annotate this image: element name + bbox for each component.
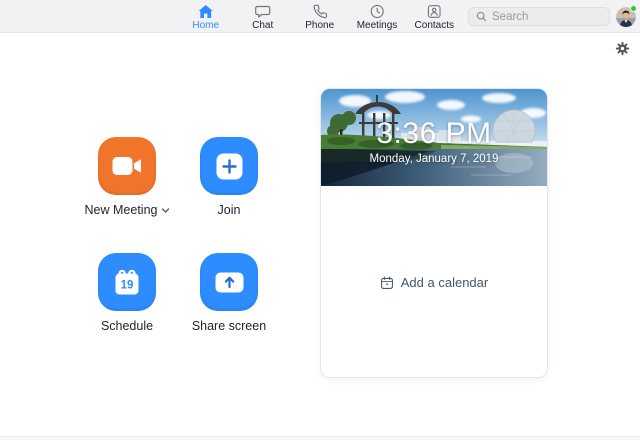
tab-contacts[interactable]: Contacts — [414, 2, 454, 31]
join-button[interactable]: Join — [200, 137, 258, 195]
top-toolbar: Home Chat Phone — [0, 0, 640, 33]
video-camera-icon — [112, 156, 142, 176]
tab-chat[interactable]: Chat — [243, 2, 283, 31]
tab-phone-label: Phone — [305, 21, 334, 31]
join-tile[interactable] — [200, 137, 258, 195]
add-calendar-label: Add a calendar — [401, 275, 488, 290]
current-time: 3:36 PM — [376, 118, 491, 150]
tab-phone[interactable]: Phone — [300, 2, 340, 31]
meetings-card-body: Add a calendar — [321, 186, 547, 379]
tab-chat-label: Chat — [252, 21, 273, 31]
current-date: Monday, January 7, 2019 — [370, 153, 499, 165]
join-label: Join — [218, 203, 241, 217]
new-meeting-tile[interactable] — [98, 137, 156, 195]
share-screen-tile[interactable] — [200, 253, 258, 311]
bottom-edge-strip — [0, 436, 640, 440]
calendar-icon: 19 — [113, 267, 141, 297]
search-field[interactable] — [468, 7, 610, 26]
schedule-label: Schedule — [101, 319, 153, 333]
main-navigation: Home Chat Phone — [186, 0, 455, 33]
calendar-outline-icon — [380, 276, 394, 290]
tab-meetings[interactable]: Meetings — [357, 2, 398, 31]
phone-icon — [312, 4, 327, 19]
contacts-icon — [427, 4, 442, 19]
search-icon — [476, 11, 487, 22]
share-screen-button[interactable]: Share screen — [200, 253, 258, 311]
time-overlay: 3:36 PM Monday, January 7, 2019 — [321, 89, 547, 186]
tab-home[interactable]: Home — [186, 2, 226, 31]
time-photo-banner: 3:36 PM Monday, January 7, 2019 — [321, 89, 547, 186]
online-status-dot — [630, 5, 637, 12]
meetings-card: 3:36 PM Monday, January 7, 2019 Add a ca… — [320, 88, 548, 378]
add-calendar-link[interactable]: Add a calendar — [380, 275, 488, 290]
schedule-button[interactable]: 19 Schedule — [98, 253, 156, 311]
new-meeting-button[interactable]: New Meeting — [98, 137, 156, 195]
search-input[interactable] — [492, 11, 602, 23]
tab-contacts-label: Contacts — [415, 21, 454, 31]
chevron-down-icon[interactable] — [161, 208, 169, 213]
new-meeting-label: New Meeting — [85, 203, 170, 217]
settings-gear-icon[interactable] — [615, 41, 630, 56]
user-avatar[interactable] — [616, 7, 636, 27]
plus-icon — [216, 153, 243, 180]
svg-text:19: 19 — [121, 280, 134, 292]
schedule-tile[interactable]: 19 — [98, 253, 156, 311]
chat-icon — [255, 4, 271, 19]
tab-home-label: Home — [192, 21, 219, 31]
meetings-clock-icon — [369, 4, 384, 19]
share-screen-label: Share screen — [192, 319, 266, 333]
arrow-up-icon — [215, 272, 244, 293]
home-icon — [198, 4, 214, 19]
tab-meetings-label: Meetings — [357, 21, 398, 31]
